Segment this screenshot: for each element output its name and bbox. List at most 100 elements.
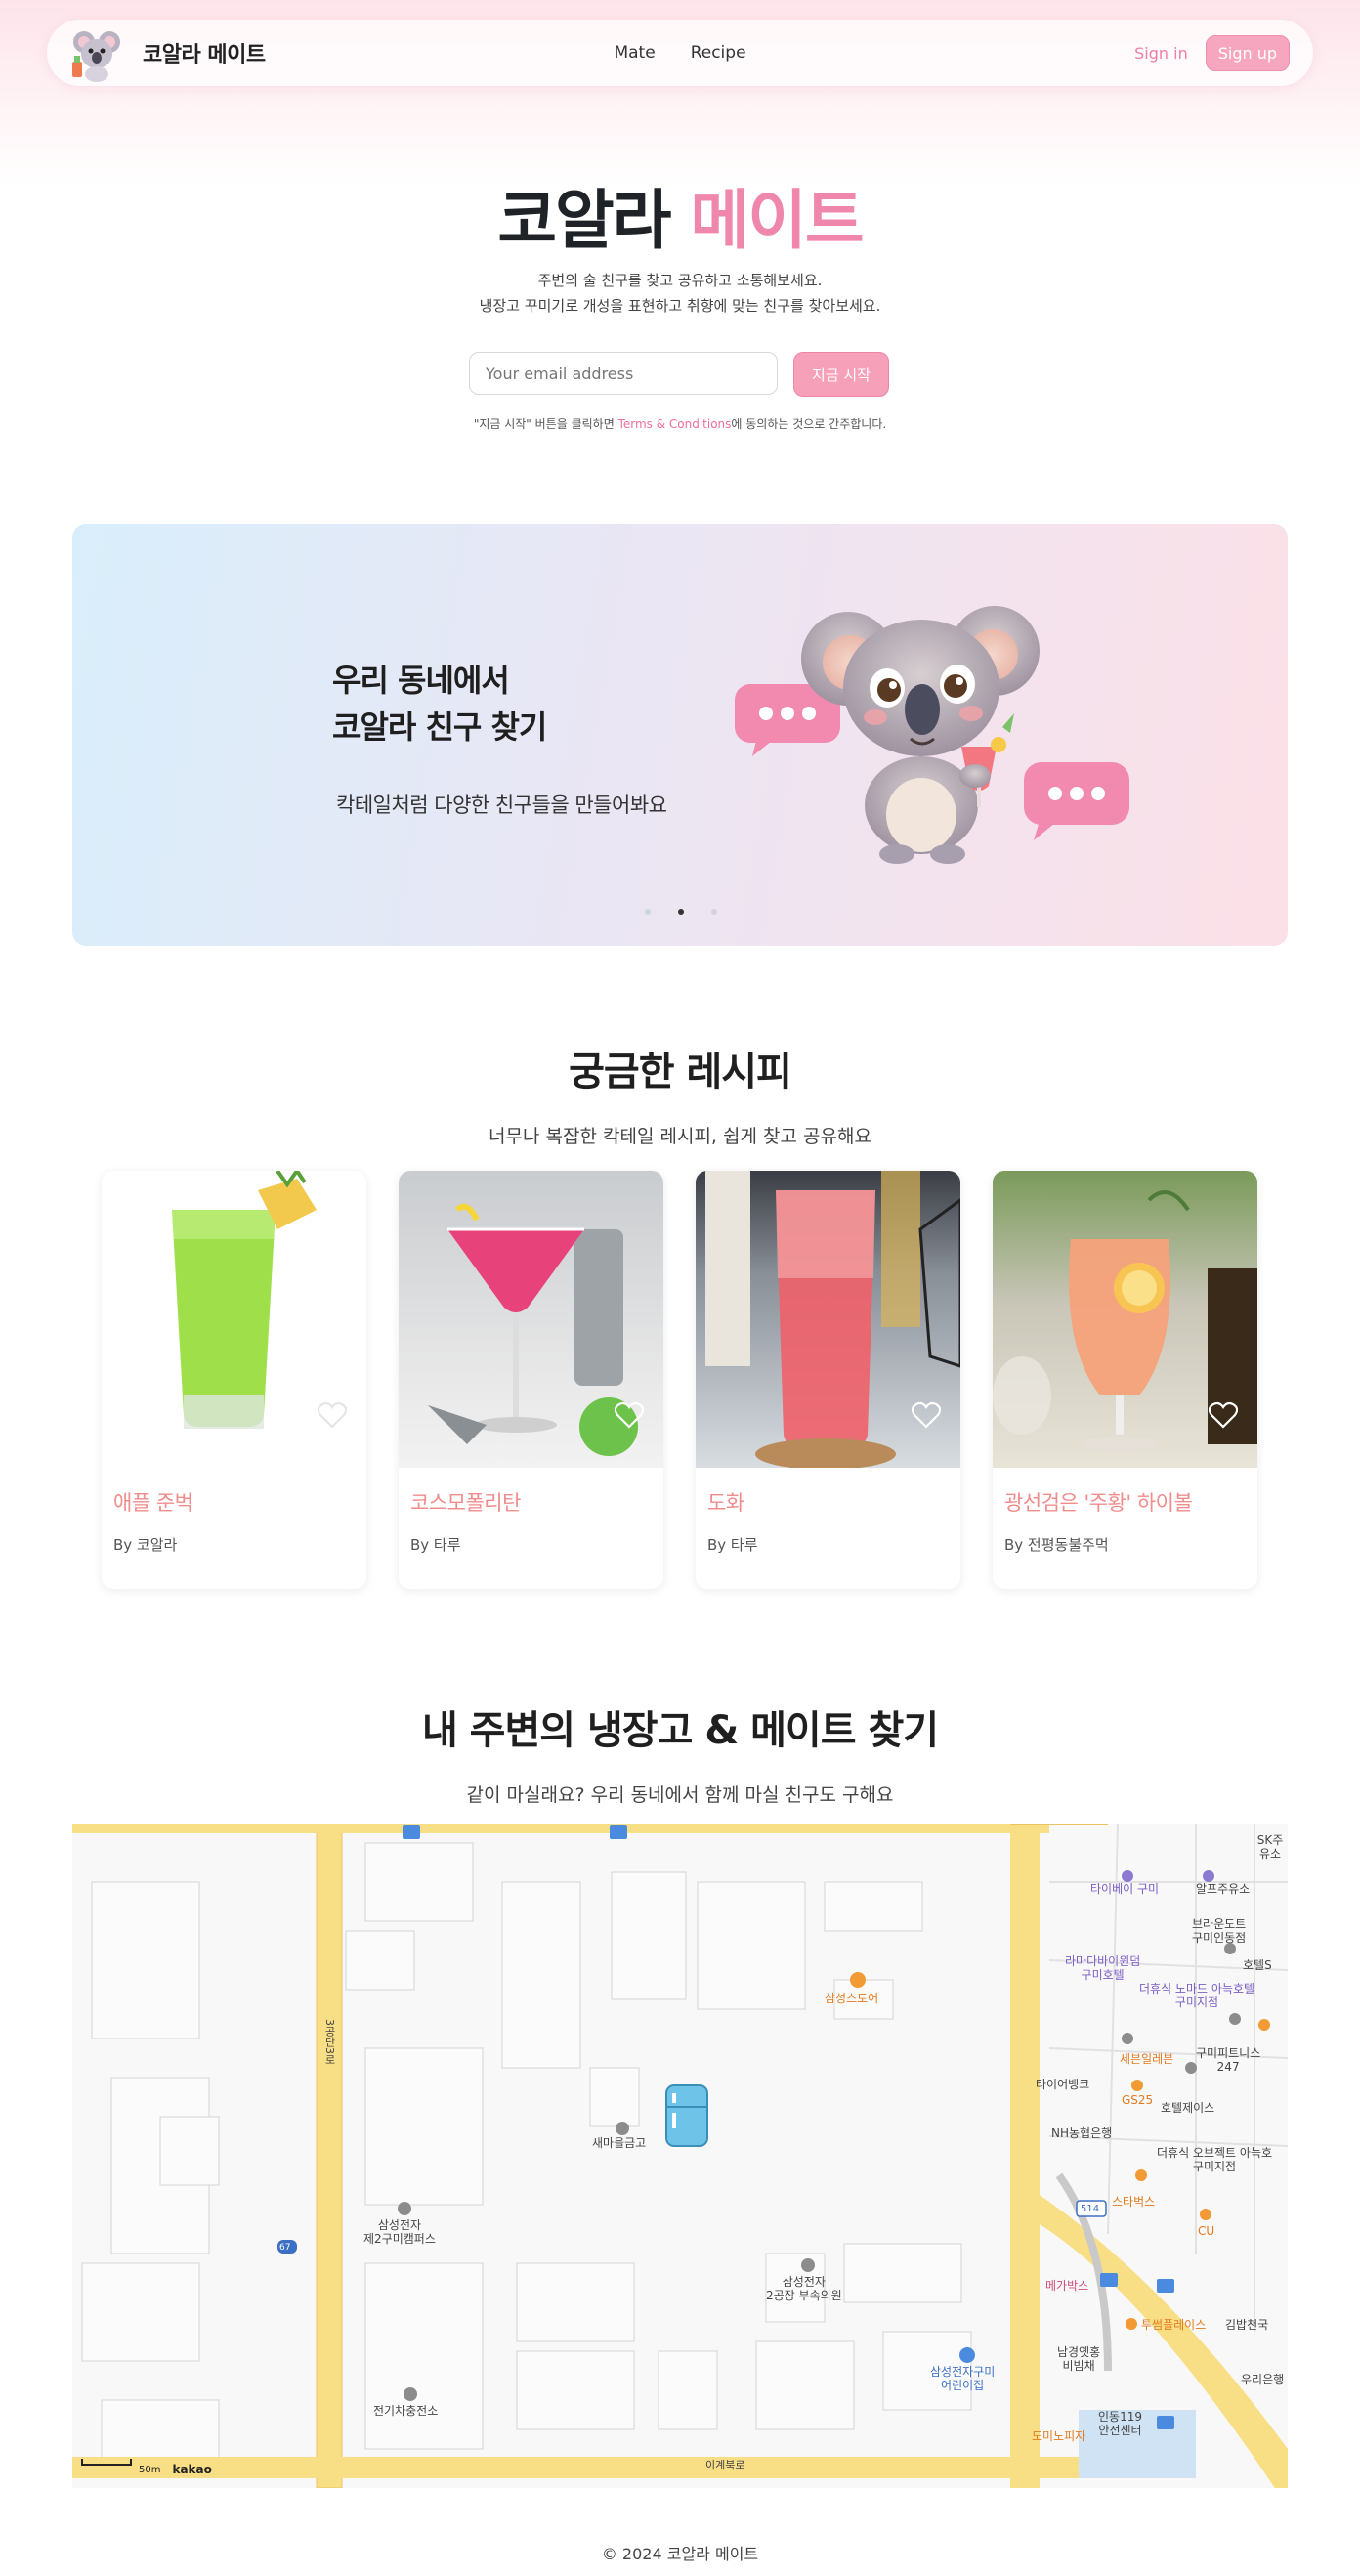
map-poi-daycare[interactable]: 삼성전자구미 어린이집: [930, 2365, 995, 2392]
recipe-title: 도화: [707, 1491, 744, 1515]
map-poi-ramada-line-2: 구미호텔: [1081, 1968, 1125, 1982]
nearby-subtitle: 같이 마실래요? 우리 동네에서 함께 마실 친구도 구해요: [466, 1784, 894, 1806]
like-heart-icon[interactable]: [912, 1401, 941, 1429]
nearby-title: 내 주변의 냉장고 & 메이트 찾기: [421, 1708, 939, 1753]
neighborhood-map[interactable]: 삼성스토어 새마을금고 삼성전자 제2구미캠퍼스 삼성전자 2공장 부속의원 전…: [72, 1824, 1288, 2488]
map-poi-woori[interactable]: 우리은행: [1241, 2373, 1284, 2386]
map-poi-tire-bank[interactable]: 타이어뱅크: [1036, 2078, 1089, 2091]
map-poi-starbucks[interactable]: 스타벅스: [1112, 2195, 1155, 2209]
carousel-dot-active[interactable]: [678, 909, 684, 915]
map-poi-plant-line-2: 2공장 부속의원: [766, 2289, 842, 2302]
nav-link-recipe[interactable]: Recipe: [691, 43, 746, 63]
map-poi-indong-line-2: 안전센터: [1098, 2424, 1142, 2437]
map-poi-taipei[interactable]: 타이베이 구미: [1090, 1882, 1159, 1896]
map-poi-alps[interactable]: 알프주유소: [1196, 1882, 1250, 1896]
map-poi-campus[interactable]: 삼성전자 제2구미캠퍼스: [363, 2218, 436, 2246]
map-poi-gumi-fitness[interactable]: 구미피트니스 247: [1196, 2046, 1260, 2074]
map-poi-ramada-line-1: 라마다바이윈덤: [1065, 1954, 1141, 1968]
recipe-card[interactable]: 코스모폴리탄 By 타루: [399, 1171, 663, 1589]
recipes-title: 궁금한 레시피: [569, 1050, 792, 1095]
recipe-card[interactable]: 광선검은 '주황' 하이볼 By 전평동불주먹: [993, 1171, 1257, 1589]
map-poi-daycare-line-1: 삼성전자구미: [930, 2365, 996, 2379]
map-poi-nh[interactable]: NH농협은행: [1051, 2126, 1112, 2140]
map-poi-plant-line-1: 삼성전자: [782, 2275, 826, 2289]
recipes-subtitle: 너무나 복잡한 칵테일 레시피, 쉽게 찾고 공유해요: [489, 1126, 871, 1147]
map-poi-seven[interactable]: 세븐일레븐: [1120, 2052, 1173, 2066]
terms-prefix: "지금 시작" 버튼을 클릭하면: [473, 417, 618, 431]
map-poi-saemaeul[interactable]: 새마을금고: [592, 2136, 646, 2150]
recipe-image: [102, 1171, 366, 1468]
recipe-title: 광선검은 '주황' 하이볼: [1004, 1491, 1193, 1515]
map-poi-twosome[interactable]: 투썸플레이스: [1141, 2318, 1206, 2332]
carousel-dots: [645, 909, 717, 915]
map-poi-hotel-j[interactable]: 호텔제이스: [1161, 2101, 1214, 2115]
recipe-author: By 타루: [410, 1536, 461, 1554]
map-poi-gumi-fit-line-2: 247: [1216, 2060, 1240, 2074]
map-scale-value: 50m: [139, 2464, 161, 2475]
map-poi-nomad[interactable]: 더휴식 노마드 아늑호텔 구미지점: [1139, 1982, 1254, 2009]
like-heart-icon[interactable]: [1209, 1401, 1238, 1429]
map-poi-namgyeong[interactable]: 남경옛홍 비빔채: [1057, 2345, 1100, 2373]
map-poi-nomad-line-1: 더휴식 노마드 아늑호텔: [1139, 1982, 1255, 1996]
map-poi-object-line-1: 더휴식 오브젝트 아늑호: [1157, 2146, 1273, 2160]
koala-logo-icon: [66, 22, 127, 83]
carousel-dot[interactable]: [711, 909, 717, 915]
hero-description: 주변의 술 친구를 찾고 공유하고 소통해보세요. 냉장고 꾸미기로 개성을 표…: [0, 268, 1360, 319]
map-route-514: 514: [1081, 2204, 1100, 2214]
recipe-card[interactable]: 애플 준벅 By 코알라: [102, 1171, 366, 1589]
map-poi-samsung-store[interactable]: 삼성스토어: [825, 1992, 878, 2005]
recipe-author: By 전평동불주먹: [1004, 1536, 1109, 1554]
map-poi-cu[interactable]: CU: [1198, 2224, 1214, 2238]
terms-notice: "지금 시작" 버튼을 클릭하면 Terms & Conditions에 동의하…: [0, 415, 1360, 432]
banner-heading-line-1: 우리 동네에서: [332, 662, 510, 699]
map-poi-nomad-line-2: 구미지점: [1174, 1996, 1219, 2009]
map-poi-gs25[interactable]: GS25: [1122, 2093, 1153, 2107]
map-poi-kimbap[interactable]: 김밥천국: [1225, 2318, 1268, 2332]
brand-name: 코알라 메이트: [143, 43, 266, 67]
map-poi-brown-line-2: 구미인동점: [1192, 1931, 1247, 1945]
map-poi-electric[interactable]: 전기차충전소: [373, 2404, 438, 2418]
sign-up-button[interactable]: Sign up: [1205, 34, 1290, 71]
top-nav: 코알라 메이트 Mate Recipe Sign in Sign up: [47, 20, 1313, 86]
map-poi-plant[interactable]: 삼성전자 2공장 부속의원: [766, 2275, 842, 2302]
hero-title-accent: 메이트: [690, 183, 864, 258]
brand[interactable]: 코알라 메이트: [66, 22, 266, 83]
recipe-title: 코스모폴리탄: [410, 1491, 521, 1515]
kakao-map-logo[interactable]: kakao: [172, 2463, 211, 2476]
hero-title-main: 코알라: [497, 183, 671, 258]
nav-links: Mate Recipe: [614, 43, 745, 63]
map-poi-indong[interactable]: 인동119 안전센터: [1098, 2410, 1142, 2437]
map-poi-megabox[interactable]: 메가박스: [1045, 2279, 1088, 2293]
recipe-card[interactable]: 도화 By 타루: [696, 1171, 960, 1589]
start-now-button[interactable]: 지금 시작: [793, 352, 889, 397]
map-route-67: 67: [279, 2243, 291, 2253]
hero-banner-carousel[interactable]: 우리 동네에서 코알라 친구 찾기 칵테일처럼 다양한 친구들을 만들어봐요: [72, 524, 1288, 946]
like-heart-icon[interactable]: [615, 1401, 644, 1429]
banner-subtext: 칵테일처럼 다양한 친구들을 만들어봐요: [336, 794, 667, 817]
nav-link-mate[interactable]: Mate: [614, 43, 655, 63]
map-poi-object-line-2: 구미지점: [1192, 2160, 1237, 2173]
map-poi-sk[interactable]: SK주유소: [1253, 1833, 1288, 1861]
signup-form: 지금 시작: [469, 352, 889, 397]
terms-link[interactable]: Terms & Conditions: [618, 417, 732, 431]
email-input[interactable]: [469, 352, 778, 395]
map-poi-ramada[interactable]: 라마다바이윈덤 구미호텔: [1065, 1954, 1140, 1982]
recipe-image: [993, 1171, 1257, 1468]
map-poi-object[interactable]: 더휴식 오브젝트 아늑호 구미지점: [1157, 2146, 1272, 2173]
recipe-title: 애플 준벅: [113, 1491, 193, 1515]
sign-in-link[interactable]: Sign in: [1134, 44, 1188, 63]
map-poi-domino[interactable]: 도미노피자: [1032, 2429, 1085, 2443]
terms-suffix: 에 동의하는 것으로 간주합니다.: [731, 417, 887, 431]
map-poi-namgyeong-line-1: 남경옛홍: [1057, 2345, 1101, 2359]
banner-heading-line-2: 코알라 친구 찾기: [332, 708, 547, 746]
hero-title: 코알라 메이트: [0, 168, 1360, 262]
carousel-dot[interactable]: [645, 909, 651, 915]
like-heart-icon[interactable]: [318, 1401, 347, 1429]
map-poi-daycare-line-2: 어린이집: [941, 2379, 985, 2392]
footer-copyright: © 2024 코알라 메이트: [601, 2545, 759, 2563]
map-poi-brown[interactable]: 브라운도트 구미인동점: [1192, 1917, 1246, 1945]
recipe-card-list: 애플 준벅 By 코알라 코스모폴리탄 By 타루 도화 By 타루 광선검은 …: [102, 1171, 1257, 1589]
map-poi-hotel-s[interactable]: 호텔S: [1243, 1958, 1272, 1972]
map-poi-gumi-fit-line-1: 구미피트니스: [1196, 2046, 1261, 2060]
auth-buttons: Sign in Sign up: [1134, 34, 1290, 71]
